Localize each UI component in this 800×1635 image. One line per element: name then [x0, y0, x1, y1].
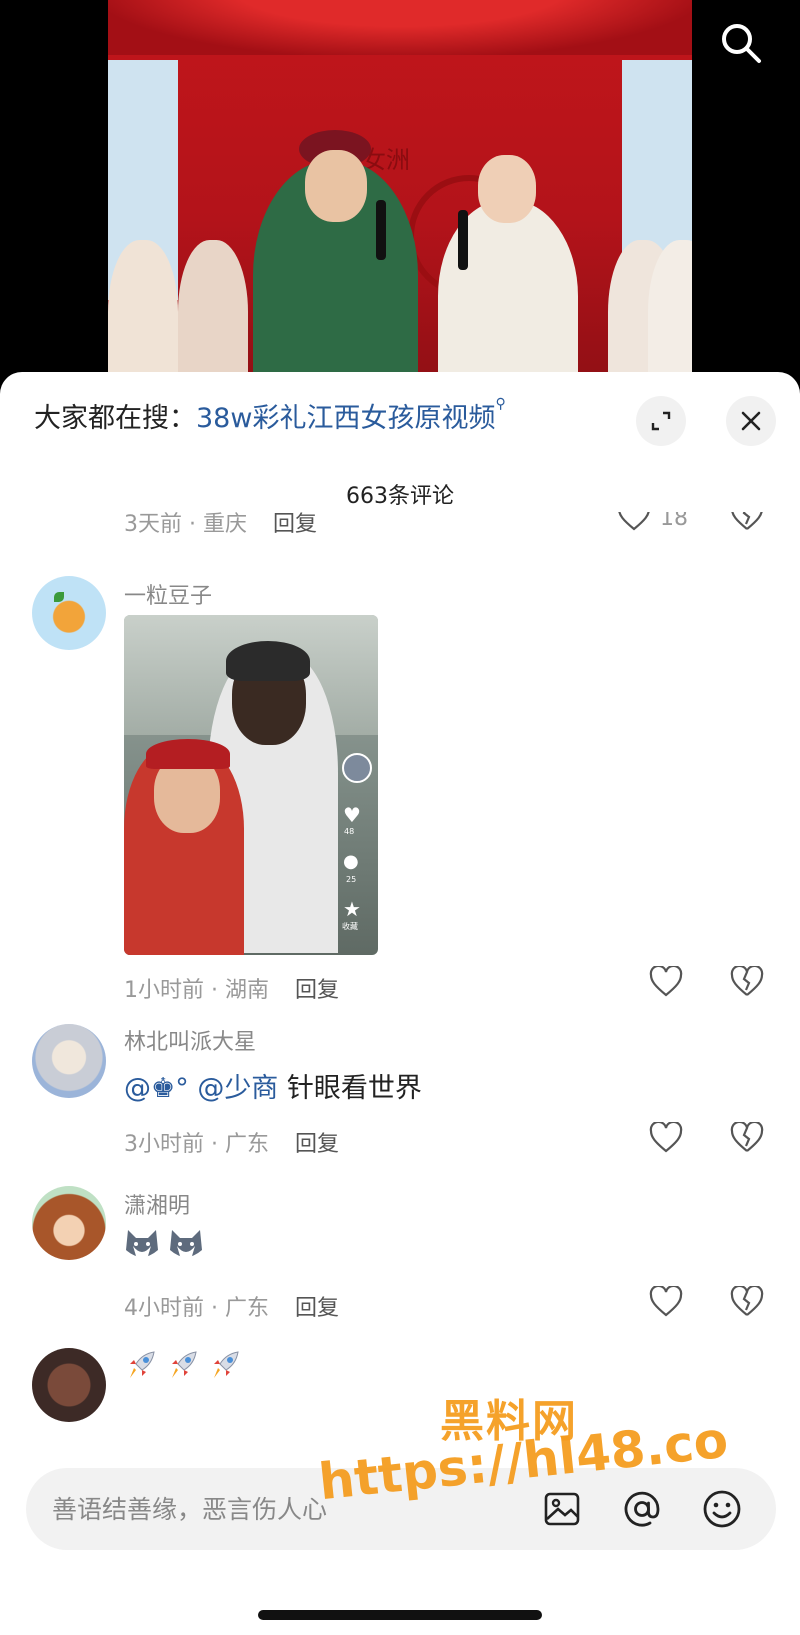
reply-button[interactable]: 回复 [295, 1296, 339, 1321]
comment-meta: 3小时前 · 广东 回复 [124, 1126, 339, 1158]
comment-list[interactable]: 3天前 · 重庆 回复 18 一粒豆子 ♥ 48 ● 25 ★ 收藏 1小时前 … [0, 512, 800, 1517]
avatar[interactable] [32, 1024, 106, 1098]
broken-heart-icon [731, 512, 763, 530]
expand-button[interactable] [636, 396, 686, 446]
husky-emoji-icon [126, 1230, 158, 1258]
comment-time-location: 1小时前 · 湖南 [124, 978, 269, 1003]
emoji-row [124, 1348, 242, 1382]
comment-image[interactable]: ♥ 48 ● 25 ★ 收藏 [124, 615, 378, 955]
emoji-picker-button[interactable] [700, 1487, 744, 1531]
comment-body: 针眼看世界 [286, 1073, 422, 1104]
mention-link[interactable]: @少商 [197, 1073, 278, 1104]
dislike-button[interactable] [727, 512, 767, 536]
comment-meta: 1小时前 · 湖南 回复 [124, 972, 339, 1004]
image-woman [124, 739, 244, 955]
rocket-emoji-icon [130, 1351, 155, 1378]
comment-input-placeholder: 善语结善缘，恶言伤人心 [52, 1495, 328, 1524]
comment-time-location: 4小时前 · 广东 [124, 1296, 269, 1321]
close-icon [741, 411, 761, 431]
microphone [376, 200, 386, 260]
like-button[interactable] [614, 512, 654, 536]
dislike-button[interactable] [727, 962, 767, 1002]
reply-button[interactable]: 回复 [273, 512, 317, 537]
broken-heart-icon [730, 966, 764, 996]
image-heart-icon: ♥ [343, 803, 361, 827]
search-small-icon: ⚲ [495, 396, 506, 412]
rocket-emoji-icon [172, 1351, 197, 1378]
image-side-avatar [342, 753, 372, 783]
mention-link[interactable]: @♚° [124, 1073, 189, 1104]
rocket-emoji-icon [214, 1351, 239, 1378]
like-count: 18 [660, 512, 688, 531]
hot-search-prefix: 大家都在搜： [34, 403, 196, 434]
microphone [458, 210, 468, 270]
comment-username[interactable]: 一粒豆子 [124, 578, 212, 610]
comment-text: @♚° @少商 针眼看世界 [124, 1066, 422, 1105]
expand-icon [651, 411, 671, 431]
avatar[interactable] [32, 1186, 106, 1260]
reply-button[interactable]: 回复 [295, 1132, 339, 1157]
image-picker-button[interactable] [540, 1487, 584, 1531]
orange-leaf [54, 592, 64, 602]
comment-count: 663条评论 [346, 484, 454, 509]
mention-button[interactable] [620, 1487, 664, 1531]
heart-icon [618, 512, 650, 531]
close-button[interactable] [726, 396, 776, 446]
comment-meta: 3天前 · 重庆 回复 [124, 512, 317, 538]
image-comment-icon: ● [343, 851, 359, 872]
broken-heart-icon [730, 1286, 764, 1316]
comment-username[interactable]: 潇湘明 [124, 1188, 190, 1220]
like-button[interactable] [646, 1282, 686, 1322]
hot-search-bar[interactable]: 大家都在搜：38w彩礼江西女孩原视频⚲ [34, 396, 506, 435]
image-icon [544, 1492, 580, 1526]
smiley-icon [703, 1490, 741, 1528]
dislike-button[interactable] [727, 1282, 767, 1322]
comment-time-location: 3小时前 · 广东 [124, 1132, 269, 1157]
avatar[interactable] [32, 1348, 106, 1422]
image-comment-count: 25 [346, 875, 357, 884]
image-like-count: 48 [344, 827, 355, 836]
image-star-icon: ★ [343, 897, 361, 921]
emoji-row [124, 1228, 204, 1262]
reply-button[interactable]: 回复 [295, 978, 339, 1003]
search-button[interactable] [716, 18, 766, 68]
avatar[interactable] [32, 576, 106, 650]
heart-icon [649, 1122, 683, 1153]
at-sign-icon [624, 1491, 660, 1527]
like-button[interactable] [646, 1118, 686, 1158]
broken-heart-icon [730, 1122, 764, 1152]
like-button[interactable] [646, 962, 686, 1002]
comment-meta: 4小时前 · 广东 回复 [124, 1290, 339, 1322]
heart-icon [649, 1286, 683, 1317]
heart-icon [649, 966, 683, 997]
image-fav-label: 收藏 [342, 922, 358, 931]
home-indicator[interactable] [258, 1610, 542, 1620]
video-player[interactable]: 婆女洲 [0, 0, 800, 400]
red-curtain [108, 0, 692, 55]
hot-search-keyword[interactable]: 38w彩礼江西女孩原视频 [196, 403, 495, 434]
search-icon [722, 24, 761, 63]
video-frame: 婆女洲 [108, 0, 692, 400]
comment-time-location: 3天前 · 重庆 [124, 512, 247, 537]
husky-emoji-icon [170, 1230, 202, 1258]
comment-username[interactable]: 林北叫派大星 [124, 1024, 256, 1056]
dislike-button[interactable] [727, 1118, 767, 1158]
host-person [253, 130, 418, 400]
